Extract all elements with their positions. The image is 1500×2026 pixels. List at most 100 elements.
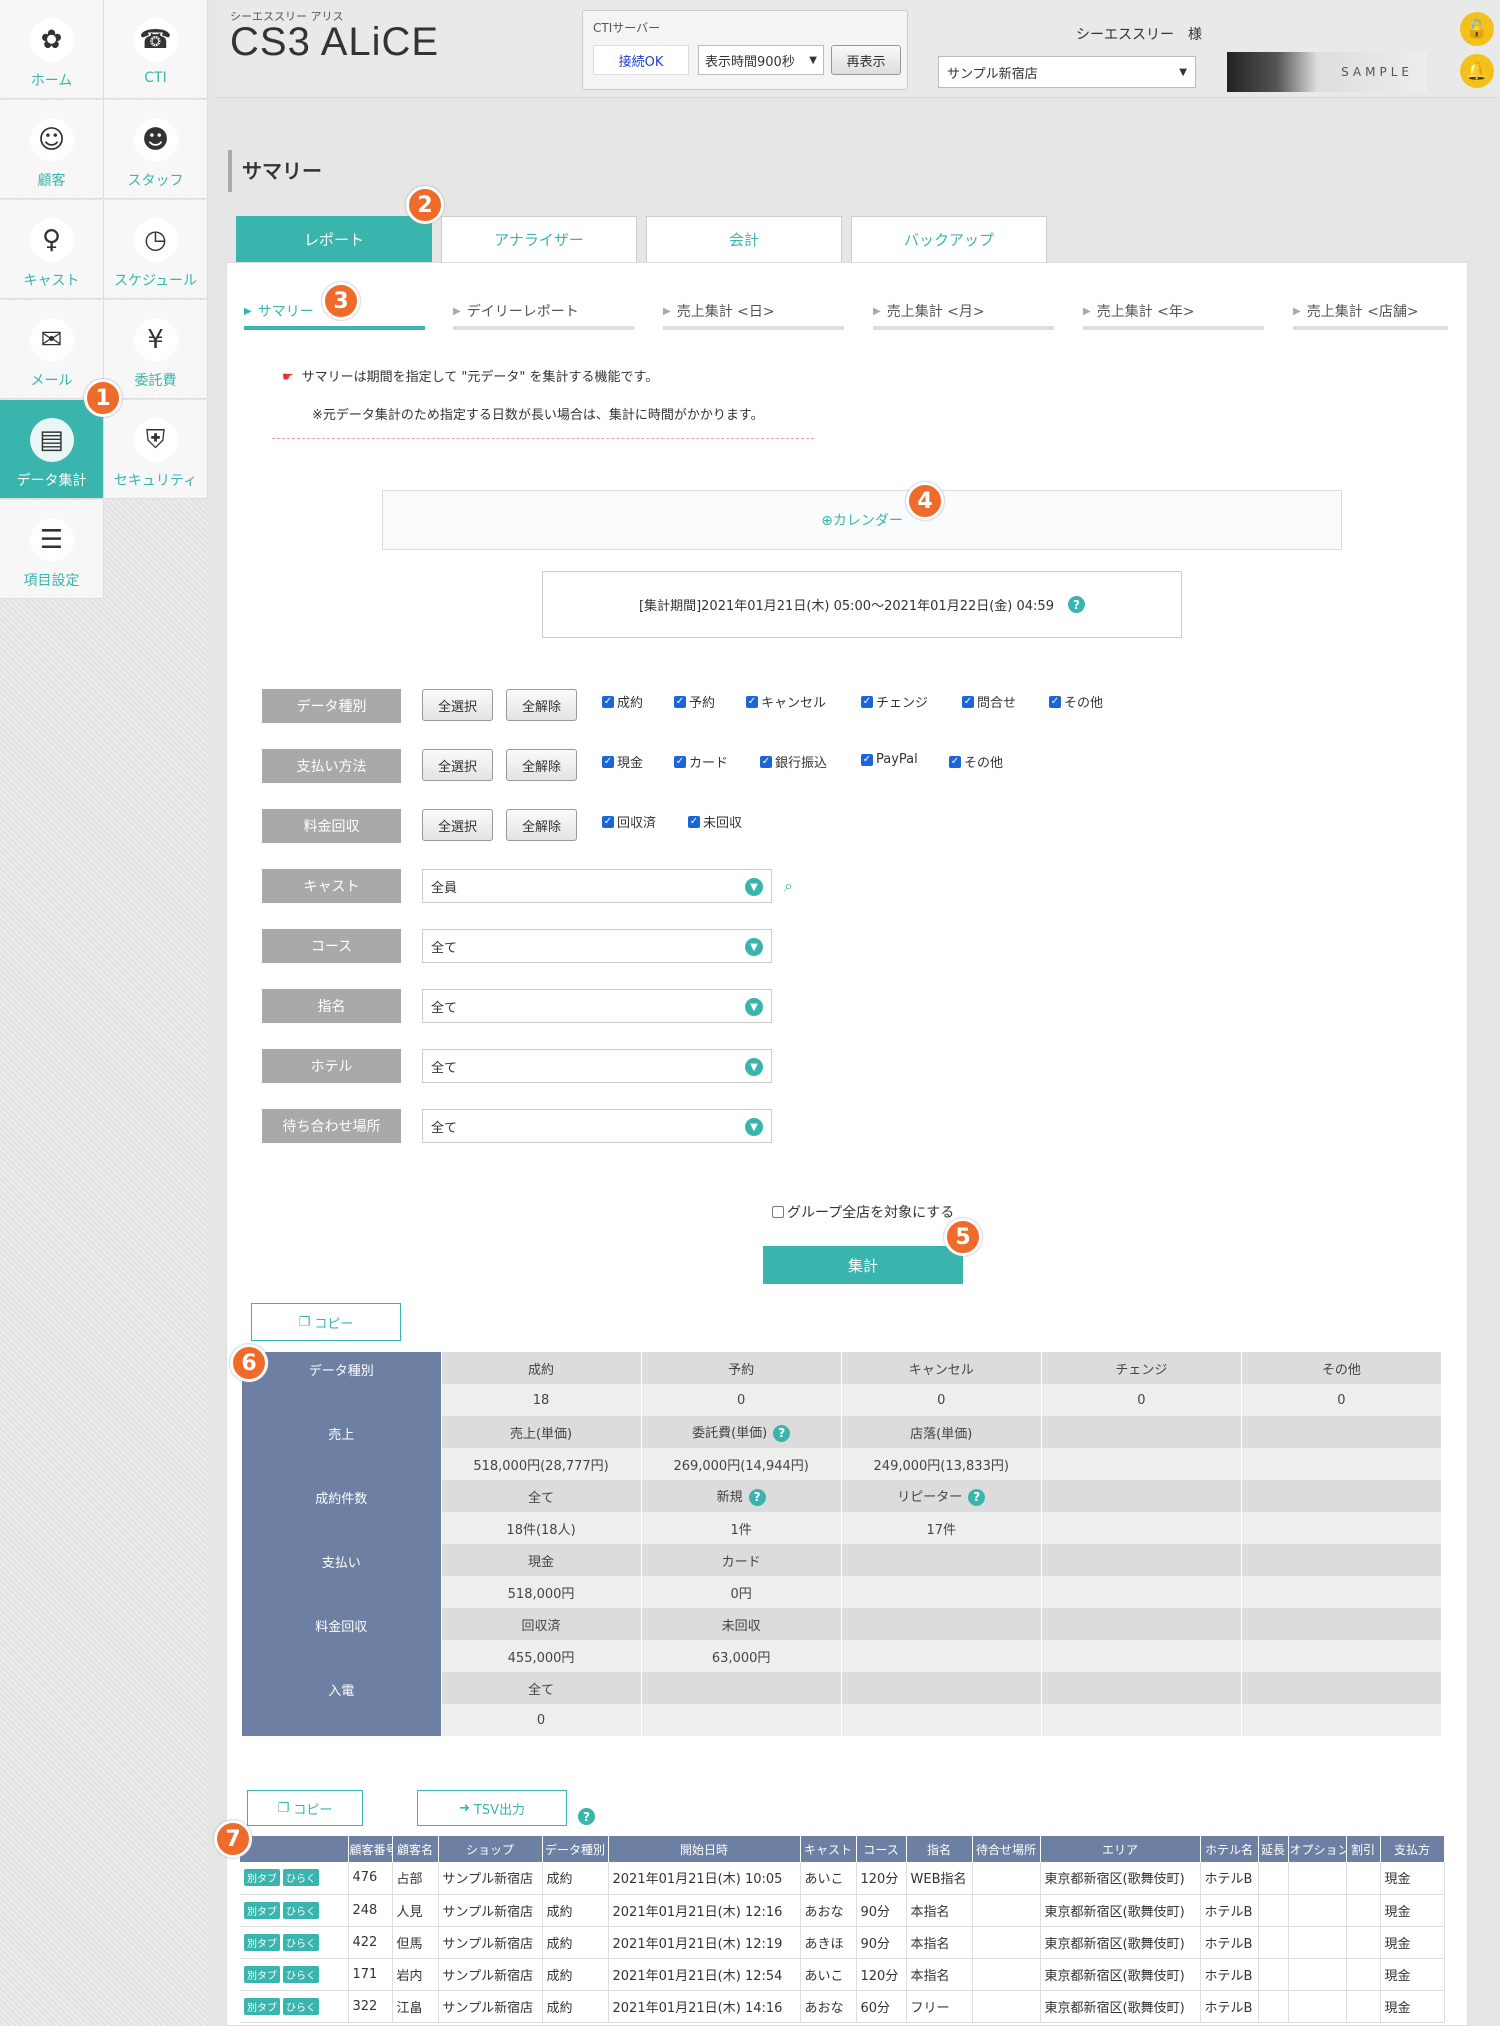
checkbox[interactable]: ✓	[861, 753, 873, 766]
tab-backup[interactable]: バックアップ	[851, 216, 1047, 262]
checkbox[interactable]: ✓	[746, 695, 758, 708]
checkbox[interactable]: ✓	[1049, 695, 1061, 708]
help-icon[interactable]: ?	[1067, 596, 1085, 613]
open-new-tab-button[interactable]: 別タブ	[244, 1997, 280, 2015]
check-inquiry[interactable]: ✓ 問合せ	[962, 692, 1016, 711]
table-cell	[1288, 1862, 1347, 1895]
open-new-tab-button[interactable]: 別タブ	[244, 1933, 280, 1951]
payment-select-all-button[interactable]: 全選択	[422, 749, 493, 781]
open-record-button[interactable]: ひらく	[283, 1901, 319, 1919]
search-icon[interactable]: ⌕	[784, 876, 793, 896]
sidebar-item-staff[interactable]: ☻ スタッフ	[104, 100, 208, 199]
checkbox[interactable]: ✓	[674, 695, 686, 708]
check-label: 回収済	[617, 816, 657, 831]
data-type-select-all-button[interactable]: 全選択	[422, 689, 493, 721]
column-header: 支払方	[1380, 1836, 1445, 1862]
checkbox[interactable]: ✓	[602, 815, 614, 828]
sidebar-item-clock[interactable]: ◷ スケジュール	[104, 200, 208, 299]
column-header: コース	[856, 1836, 907, 1862]
callout-badge: 4	[906, 482, 944, 520]
check-payment-other[interactable]: ✓ その他	[949, 752, 1003, 771]
sidebar-item-home[interactable]: ✿ ホーム	[0, 0, 104, 99]
collection-select-all-button[interactable]: 全選択	[422, 809, 493, 841]
summary-cell	[1241, 1544, 1443, 1576]
help-icon[interactable]: ?	[578, 1808, 595, 1825]
checkbox[interactable]: ✓	[949, 755, 961, 768]
check-contract[interactable]: ✓ 成約	[602, 692, 643, 711]
table-cell: ホテルB	[1200, 1862, 1259, 1895]
summary-cell	[841, 1576, 1042, 1608]
summary-copy-button[interactable]: ❐ コピー	[251, 1303, 401, 1341]
collection-clear-all-button[interactable]: 全解除	[506, 809, 577, 841]
checkbox[interactable]: ✓	[760, 755, 772, 768]
check-reservation[interactable]: ✓ 予約	[674, 692, 715, 711]
open-record-button[interactable]: ひらく	[283, 1997, 319, 2015]
sidebar-item-customer[interactable]: ☺ 顧客	[0, 100, 104, 199]
subtab-sales-year[interactable]: ▶ 売上集計 <年>	[1083, 296, 1264, 330]
check-cancel[interactable]: ✓ キャンセル	[746, 692, 826, 711]
aggregate-button[interactable]: 集計	[763, 1246, 963, 1284]
store-select[interactable]: サンプル新宿店 ▼	[938, 56, 1196, 88]
filter-label-data-type: データ種別	[262, 689, 401, 723]
help-icon[interactable]: ?	[968, 1488, 986, 1506]
sidebar-item-phone[interactable]: ☎ CTI	[104, 0, 208, 99]
callout-badge: 5	[944, 1218, 982, 1256]
calendar-toggle[interactable]: ⊕カレンダー	[382, 490, 1342, 550]
nomination-select[interactable]: 全て ▼	[422, 989, 772, 1023]
hotel-select[interactable]: 全て ▼	[422, 1049, 772, 1083]
table-row: 別タブ ひらく 322 江畠 サンプル新宿店 成約 2021年01月21日(木) 14:16…	[240, 1990, 1445, 2023]
tab-report[interactable]: レポート	[236, 216, 432, 262]
check-label: 銀行振込	[775, 756, 828, 771]
checkbox[interactable]: ✓	[688, 815, 700, 828]
open-record-button[interactable]: ひらく	[283, 1869, 319, 1887]
sidebar-item-clipboard[interactable]: ☰ 項目設定	[0, 500, 104, 599]
data-type-clear-all-button[interactable]: 全解除	[506, 689, 577, 721]
cti-interval-select[interactable]: 表示時間900秒 ▼	[698, 45, 824, 75]
detail-copy-button[interactable]: ❐ コピー	[247, 1790, 363, 1826]
help-icon[interactable]: ?	[773, 1424, 791, 1442]
check-card[interactable]: ✓ カード	[674, 752, 728, 771]
check-bank[interactable]: ✓ 銀行振込	[760, 752, 827, 771]
tsv-export-button[interactable]: ➜ TSV出力	[417, 1790, 567, 1826]
sidebar-item-cast[interactable]: ♀ キャスト	[0, 200, 104, 299]
open-record-button[interactable]: ひらく	[283, 1965, 319, 1983]
sidebar-item-shield[interactable]: ⛨ セキュリティ	[104, 400, 208, 499]
column-header: オプション	[1288, 1836, 1347, 1862]
subtab-daily-report[interactable]: ▶ デイリーレポート	[453, 296, 634, 330]
subtab-sales-store[interactable]: ▶ 売上集計 <店舗>	[1293, 296, 1448, 330]
tab-analyzer[interactable]: アナライザー	[441, 216, 637, 262]
checkbox[interactable]	[772, 1206, 784, 1218]
checkbox[interactable]: ✓	[861, 695, 873, 708]
check-paypal[interactable]: ✓ PayPal	[861, 752, 918, 767]
summary-cell: カード	[641, 1544, 842, 1576]
help-icon[interactable]: ?	[748, 1488, 766, 1506]
lock-icon[interactable]: 🔓	[1460, 12, 1494, 46]
cast-select[interactable]: 全員 ▼	[422, 869, 772, 903]
subtab-sales-day[interactable]: ▶ 売上集計 <日>	[663, 296, 844, 330]
checkbox[interactable]: ✓	[602, 755, 614, 768]
checkbox[interactable]: ✓	[962, 695, 974, 708]
group-all-stores-check[interactable]: グループ全店を対象にする	[772, 1202, 954, 1222]
check-collected[interactable]: ✓ 回収済	[602, 812, 656, 831]
open-new-tab-button[interactable]: 別タブ	[244, 1869, 280, 1887]
check-change[interactable]: ✓ チェンジ	[861, 692, 928, 711]
open-new-tab-button[interactable]: 別タブ	[244, 1965, 280, 1983]
check-other[interactable]: ✓ その他	[1049, 692, 1103, 711]
tab-accounting[interactable]: 会計	[646, 216, 842, 262]
check-uncollected[interactable]: ✓ 未回収	[688, 812, 742, 831]
checkbox[interactable]: ✓	[602, 695, 614, 708]
sidebar-item-data[interactable]: ▤ データ集計	[0, 400, 104, 499]
brand-title[interactable]: CS3 ALiCE	[230, 20, 439, 65]
check-cash[interactable]: ✓ 現金	[602, 752, 643, 771]
cti-refresh-button[interactable]: 再表示	[831, 45, 901, 75]
subtab-sales-month[interactable]: ▶ 売上集計 <月>	[873, 296, 1054, 330]
bell-icon[interactable]: 🔔	[1460, 54, 1494, 88]
meeting-place-select[interactable]: 全て ▼	[422, 1109, 772, 1143]
sidebar-item-commission[interactable]: ¥ 委託費	[104, 300, 208, 399]
checkbox[interactable]: ✓	[674, 755, 686, 768]
payment-clear-all-button[interactable]: 全解除	[506, 749, 577, 781]
open-record-button[interactable]: ひらく	[283, 1933, 319, 1951]
table-cell	[1346, 1990, 1381, 2023]
open-new-tab-button[interactable]: 別タブ	[244, 1901, 280, 1919]
course-select[interactable]: 全て ▼	[422, 929, 772, 963]
